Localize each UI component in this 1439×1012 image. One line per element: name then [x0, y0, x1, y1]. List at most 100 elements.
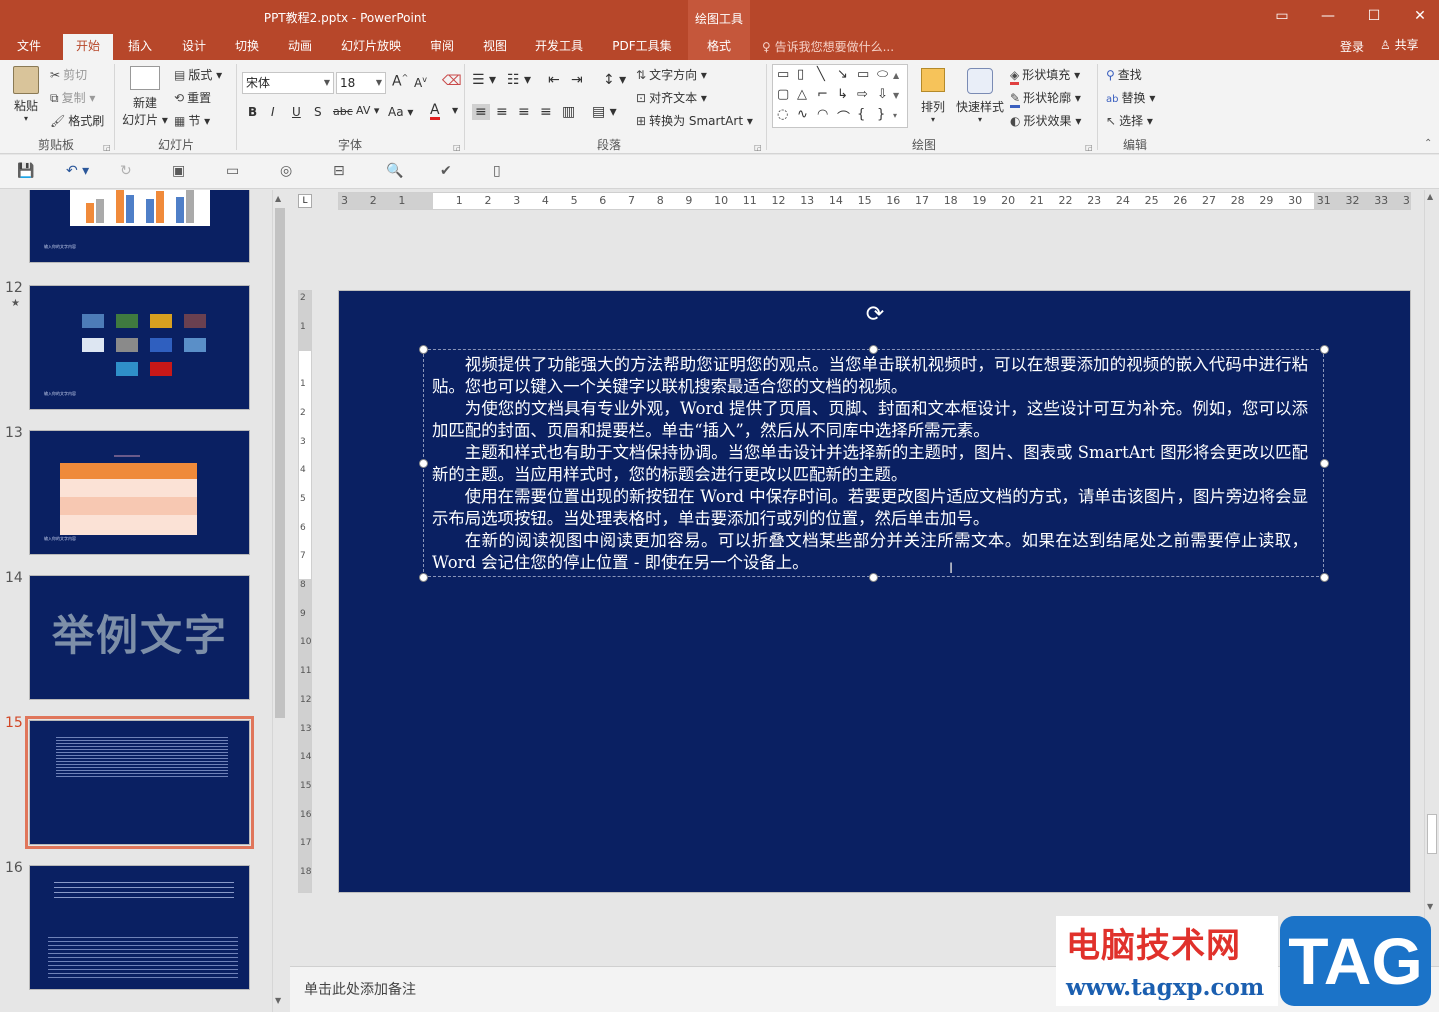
- chevron-down-icon[interactable]: ▼: [452, 106, 458, 115]
- font-color-button[interactable]: A: [430, 103, 440, 120]
- ribbon-display-options-icon[interactable]: ▭: [1259, 0, 1305, 32]
- shapes-gallery[interactable]: ▭ ▯ ╲ ↘ ▭ ⬭ ▢ △ ⌐ ↳ ⇨ ⇩ ◌ ∿ ◠ ⌒ { }: [772, 64, 908, 128]
- font-launcher-icon[interactable]: ◲: [453, 143, 461, 152]
- underline-button[interactable]: U: [292, 105, 301, 119]
- text-shadow-button[interactable]: S: [314, 105, 322, 119]
- cut-button[interactable]: ✂ 剪切: [50, 66, 87, 83]
- character-spacing-button[interactable]: AV ▾: [356, 104, 379, 117]
- tab-review[interactable]: 审阅: [420, 34, 464, 60]
- rotate-handle-icon[interactable]: ⟳: [863, 303, 887, 327]
- right-arrow-shape-icon[interactable]: ⇨: [857, 87, 868, 102]
- save-icon[interactable]: 💾: [17, 163, 34, 179]
- slide-thumbnail[interactable]: [29, 865, 250, 990]
- elbow-connector-shape-icon[interactable]: ↳: [837, 87, 848, 102]
- vertical-ruler[interactable]: 2 1 1 2 3 4 5 6 7 8 9 10 11 12 13 14 15 16 17 18: [298, 290, 312, 893]
- font-size-combo[interactable]: 18 ▼: [336, 72, 386, 94]
- font-name-combo[interactable]: 宋体 ▼: [242, 72, 334, 94]
- tab-home[interactable]: 开始: [63, 34, 113, 60]
- resize-handle[interactable]: [1320, 345, 1329, 354]
- slide-body-text[interactable]: 视频提供了功能强大的方法帮助您证明您的观点。当您单击联机视频时，可以在想要添加的…: [432, 354, 1308, 574]
- slide-thumbnail[interactable]: 输入你的文字内容: [29, 285, 250, 410]
- brace-shape-icon[interactable]: {: [857, 107, 865, 122]
- scroll-up-icon[interactable]: ▲: [1427, 192, 1433, 201]
- maximize-button[interactable]: ☐: [1351, 0, 1397, 32]
- tab-animations[interactable]: 动画: [278, 34, 322, 60]
- resize-handle[interactable]: [869, 345, 878, 354]
- align-center-icon[interactable]: ≡: [496, 104, 508, 120]
- scrollbar-thumb[interactable]: [275, 208, 285, 718]
- tab-file[interactable]: 文件: [6, 34, 52, 60]
- align-left-icon[interactable]: ≡: [472, 104, 490, 120]
- arrow-shape-icon[interactable]: ↘: [837, 67, 848, 82]
- scrollbar-thumb[interactable]: [1427, 814, 1437, 854]
- down-arrow-shape-icon[interactable]: ⇩: [877, 87, 888, 102]
- shape-effects-button[interactable]: ◐ 形状效果 ▾: [1010, 112, 1081, 129]
- tab-developer[interactable]: 开发工具: [526, 34, 592, 60]
- columns-icon[interactable]: ▤ ▾: [592, 104, 617, 120]
- decrease-font-size-icon[interactable]: Av: [414, 75, 427, 90]
- curve-shape-icon[interactable]: ⌒: [837, 107, 850, 126]
- textbox-shape-icon[interactable]: ▭: [777, 67, 789, 82]
- shapes-qat-icon[interactable]: ◎: [280, 163, 292, 179]
- paragraph-launcher-icon[interactable]: ◲: [754, 143, 762, 152]
- format-painter-button[interactable]: 🖌 格式刷: [50, 112, 104, 129]
- text-box[interactable]: 视频提供了功能强大的方法帮助您证明您的观点。当您单击联机视频时，可以在想要添加的…: [419, 345, 1329, 582]
- tab-design[interactable]: 设计: [172, 34, 216, 60]
- slide-thumbnail-selected[interactable]: [25, 716, 254, 849]
- editor-scrollbar[interactable]: ▲ ▼: [1424, 190, 1439, 965]
- tab-pdf-tools[interactable]: PDF工具集: [604, 34, 680, 60]
- paste-button[interactable]: 粘贴 ▾: [10, 66, 42, 123]
- print-preview-icon[interactable]: 🔍: [386, 163, 403, 179]
- quick-styles-button[interactable]: 快速样式 ▾: [956, 68, 1004, 124]
- strikethrough-button[interactable]: abc: [333, 105, 353, 118]
- slide-thumbnail[interactable]: 输入你的文字内容: [29, 190, 250, 263]
- minimize-button[interactable]: —: [1305, 0, 1351, 32]
- brace-right-shape-icon[interactable]: }: [877, 107, 885, 122]
- bullets-icon[interactable]: ☰ ▾: [472, 72, 496, 88]
- arrange-button[interactable]: 排列 ▾: [918, 68, 948, 124]
- layout-button[interactable]: ▤ 版式 ▾: [174, 66, 222, 83]
- slide-canvas[interactable]: ⟳ 视频提供了功能强大的方法帮助您证明您的观点。当您单击联机视频时，可以在想要添…: [338, 290, 1411, 893]
- convert-smartart-button[interactable]: ⊞ 转换为 SmartArt ▾: [636, 112, 753, 129]
- document-icon[interactable]: ▯: [493, 163, 501, 179]
- new-slide-button[interactable]: 新建 幻灯片 ▾: [121, 66, 169, 128]
- tab-format[interactable]: 格式: [688, 34, 750, 60]
- gallery-scroll-icon[interactable]: ▲ ▼ ▾: [893, 66, 899, 126]
- thumbnail-scrollbar[interactable]: ▲ ▼: [272, 190, 287, 1012]
- sign-in-link[interactable]: 登录: [1340, 38, 1364, 55]
- rectangle-shape-icon[interactable]: ▭: [857, 67, 869, 82]
- slide-thumbnail[interactable]: 输入你的文字内容: [29, 430, 250, 555]
- align-text-button[interactable]: ⊡ 对齐文本 ▾: [636, 89, 707, 106]
- close-button[interactable]: ✕: [1397, 0, 1439, 32]
- scroll-down-icon[interactable]: ▼: [1427, 902, 1433, 911]
- italic-button[interactable]: I: [271, 105, 275, 119]
- horizontal-ruler[interactable]: 3 2 1 1 2 3 4 5 6 7 8 9 10 11 12 13 14 15 16 17 18 19 20 21 22 23…: [338, 192, 1411, 210]
- resize-handle[interactable]: [869, 573, 878, 582]
- new-slide-qat-icon[interactable]: ▭: [226, 163, 239, 179]
- oval-shape-icon[interactable]: ⬭: [877, 67, 888, 82]
- reset-button[interactable]: ⟲ 重置: [174, 89, 211, 106]
- copy-button[interactable]: ⧉ 复制 ▾: [50, 89, 95, 106]
- resize-handle[interactable]: [419, 459, 428, 468]
- increase-font-size-icon[interactable]: A^: [392, 73, 408, 90]
- scroll-up-icon[interactable]: ▲: [275, 194, 281, 203]
- resize-handle[interactable]: [1320, 573, 1329, 582]
- shape-outline-button[interactable]: ✎ 形状轮廓 ▾: [1010, 89, 1081, 108]
- change-case-button[interactable]: Aa ▾: [388, 105, 413, 119]
- shape-fill-button[interactable]: ◈ 形状填充 ▾: [1010, 66, 1080, 85]
- redo-icon[interactable]: ↻: [120, 163, 132, 179]
- collapse-ribbon-icon[interactable]: ⌃: [1424, 138, 1432, 149]
- select-button[interactable]: ↖ 选择 ▾: [1106, 112, 1153, 129]
- arc-shape-icon[interactable]: ◠: [817, 107, 828, 122]
- section-button[interactable]: ▦ 节 ▾: [174, 112, 210, 129]
- text-direction-button[interactable]: ⇅ 文字方向 ▾: [636, 66, 707, 83]
- rounded-rect-shape-icon[interactable]: ▢: [777, 87, 789, 102]
- scroll-down-icon[interactable]: ▼: [275, 996, 281, 1005]
- slide-thumbnail[interactable]: 举例文字: [29, 575, 250, 700]
- bold-button[interactable]: B: [248, 105, 257, 119]
- align-right-icon[interactable]: ≡: [518, 104, 530, 120]
- tab-insert[interactable]: 插入: [118, 34, 162, 60]
- resize-handle[interactable]: [419, 573, 428, 582]
- resize-handle[interactable]: [419, 345, 428, 354]
- share-button[interactable]: ♙ 共享: [1380, 36, 1419, 53]
